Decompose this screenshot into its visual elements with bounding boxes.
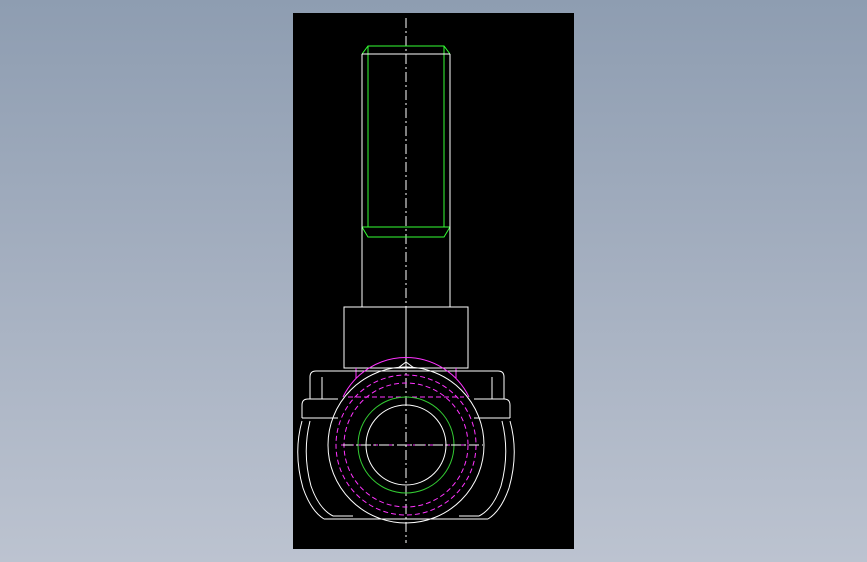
cad-drawing (297, 18, 515, 543)
cad-drawing-viewport[interactable] (293, 13, 574, 549)
hex-nut (343, 306, 469, 369)
